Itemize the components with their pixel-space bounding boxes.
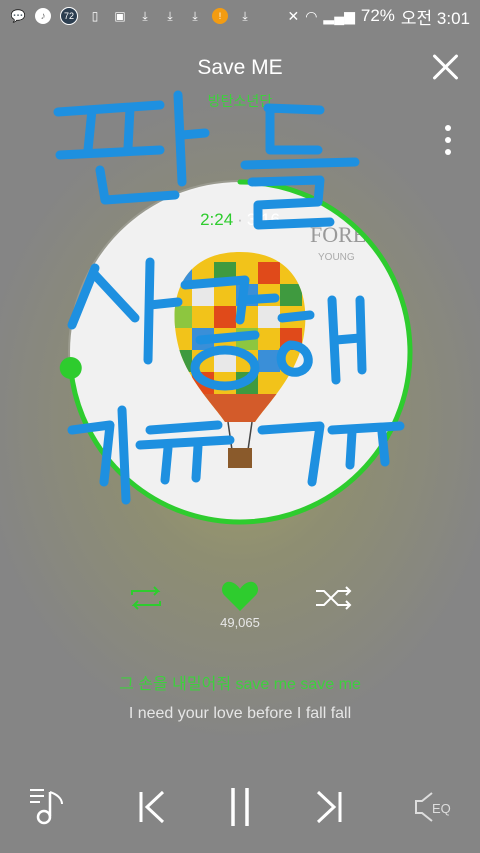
song-title: Save ME: [197, 56, 283, 79]
pause-icon[interactable]: [226, 786, 254, 828]
battery-level: 72%: [360, 6, 395, 25]
total-time: 3:16: [246, 210, 280, 229]
message-icon: 💬: [10, 9, 26, 23]
download-icon-4: ⤓: [242, 8, 248, 23]
count-badge-icon: 72: [60, 7, 78, 25]
download-icon-3: ⤓: [192, 8, 198, 23]
device-icon: ▯: [91, 9, 99, 23]
next-icon[interactable]: [312, 790, 344, 824]
signal-icon: ▂▄▆: [323, 7, 355, 24]
download-icon-2: ⤓: [167, 8, 173, 23]
wifi-icon: ◠: [305, 7, 318, 24]
status-bar: 💬 ♪ 72 ▯ ▣ ⤓ ⤓ ⤓ ! ⤓ ✕ ◠ ▂▄▆ 72% 오전 3:01: [0, 0, 480, 32]
equalizer-label[interactable]: EQ: [432, 801, 451, 816]
like-count: 49,065: [220, 615, 260, 630]
shuffle-icon[interactable]: [314, 586, 354, 610]
alert-icon: !: [212, 8, 228, 24]
heart-icon[interactable]: [221, 580, 259, 612]
more-options-icon[interactable]: [444, 125, 452, 155]
music-app-icon: ♪: [35, 8, 51, 24]
album-art: FOREV YOUNG: [70, 182, 410, 522]
close-icon[interactable]: [428, 50, 462, 84]
system-icons: ✕ ◠ ▂▄▆ 72% 오전 3:01: [287, 4, 470, 29]
mute-icon: ✕: [287, 7, 300, 24]
lyric-next: I need your love before I fall fall: [128, 705, 352, 722]
playback-time: 2:24 · 3:16: [0, 210, 480, 230]
artist-name[interactable]: 방탄소년단: [0, 91, 480, 111]
current-time: 2:24: [200, 210, 234, 229]
svg-text:YOUNG: YOUNG: [318, 252, 355, 263]
time-separator: ·: [237, 210, 243, 229]
previous-icon[interactable]: [137, 790, 169, 824]
playlist-icon[interactable]: [28, 786, 68, 826]
image-icon: ▣: [114, 9, 126, 23]
clock: 오전 3:01: [400, 8, 470, 28]
repeat-icon[interactable]: [126, 585, 166, 611]
notification-icons: 💬 ♪ 72 ▯ ▣ ⤓ ⤓ ⤓ ! ⤓: [10, 7, 253, 25]
equalizer-speaker-icon[interactable]: [414, 791, 434, 823]
download-icon: ⤓: [142, 8, 148, 23]
hot-air-balloon-image: FOREV YOUNG: [174, 222, 382, 468]
lyric-current: 그 손을 내밀어줘 save me save me: [119, 676, 361, 693]
